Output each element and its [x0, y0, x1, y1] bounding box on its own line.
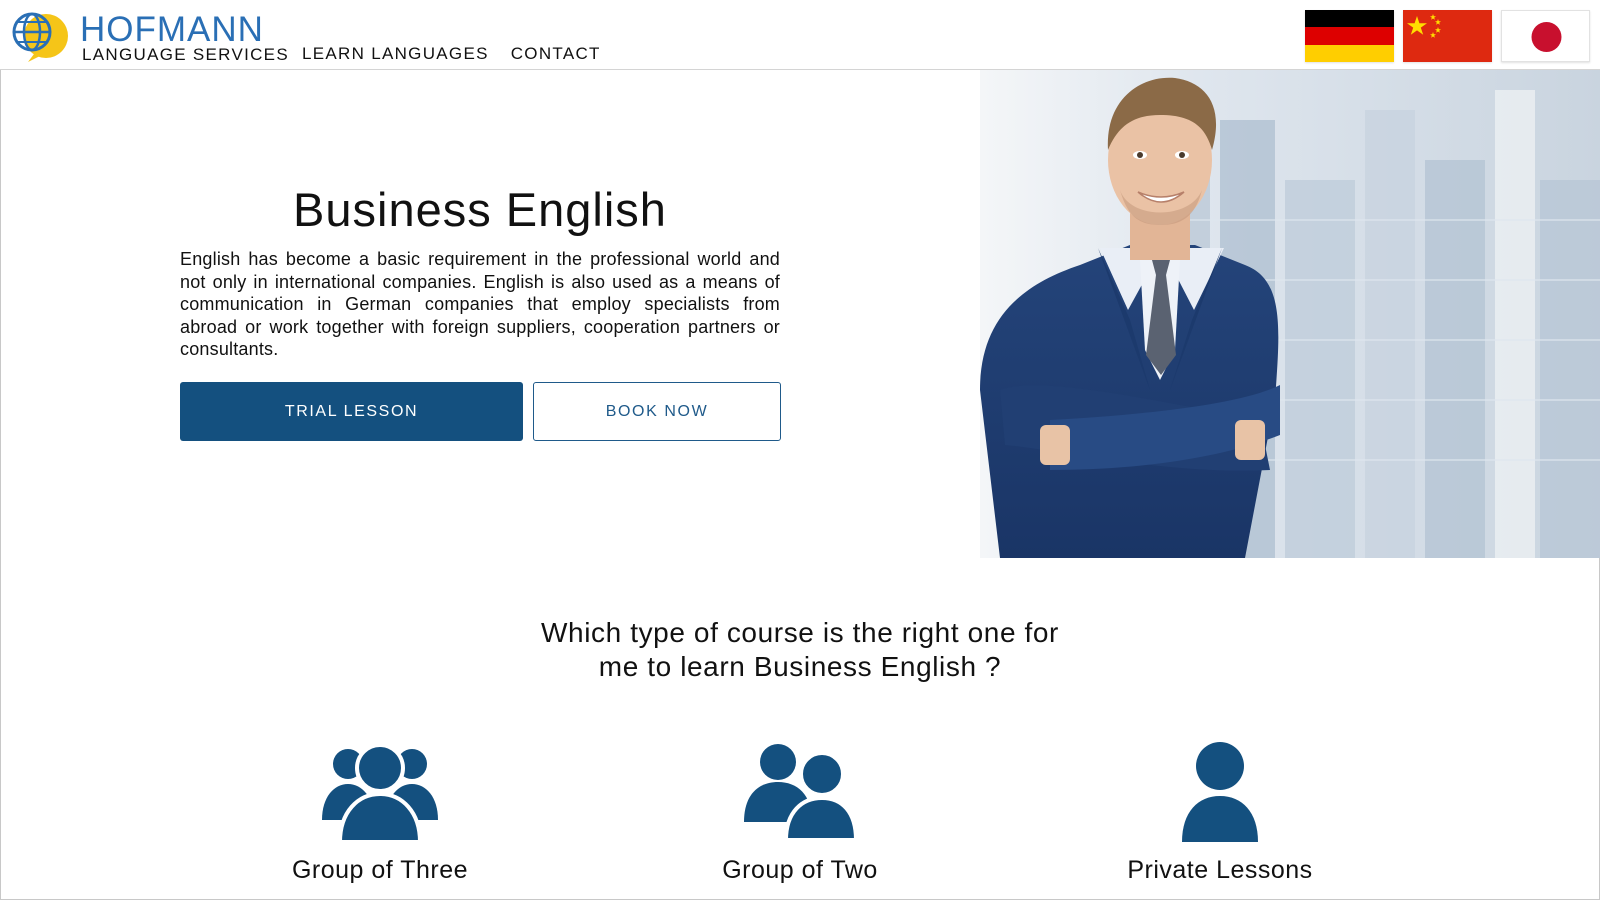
group-of-two-icon — [744, 744, 856, 840]
brand-logo[interactable]: HOFMANN LANGUAGE SERVICES — [10, 8, 300, 64]
site-header: HOFMANN LANGUAGE SERVICES LEARN LANGUAGE… — [0, 0, 1600, 70]
course-label: Private Lessons — [1127, 856, 1313, 884]
nav-learn-languages[interactable]: LEARN LANGUAGES — [302, 44, 489, 64]
course-label: Group of Three — [291, 856, 469, 884]
globe-speech-bubble-icon — [12, 12, 68, 62]
china-flag-icon[interactable] — [1403, 10, 1492, 62]
course-heading-line-2: me to learn Business English ? — [598, 651, 1002, 682]
business-man-photo — [980, 70, 1600, 558]
page-title: Business English — [293, 183, 667, 236]
brand-name: HOFMANN — [80, 10, 264, 49]
trial-lesson-button[interactable]: TRIAL LESSON — [180, 382, 523, 441]
course-group-of-three[interactable]: Group of Three — [230, 742, 530, 884]
germany-flag-icon[interactable] — [1305, 10, 1394, 62]
course-label: Group of Two — [722, 856, 878, 884]
course-group-of-two[interactable]: Group of Two — [650, 742, 950, 884]
nav-contact[interactable]: CONTACT — [511, 44, 601, 64]
language-switcher — [1305, 10, 1590, 62]
group-of-three-icon — [322, 743, 438, 842]
book-now-button[interactable]: BOOK NOW — [533, 382, 781, 441]
single-person-icon — [1182, 742, 1258, 842]
brand-subtitle: LANGUAGE SERVICES — [82, 45, 289, 64]
hero-description: English has become a basic requirement i… — [180, 249, 780, 359]
course-section-heading: Which type of course is the right one fo… — [450, 616, 1150, 684]
main-nav: LEARN LANGUAGES CONTACT — [302, 44, 601, 64]
course-heading-line-1: Which type of course is the right one fo… — [541, 617, 1059, 648]
course-private-lessons[interactable]: Private Lessons — [1070, 742, 1370, 884]
japan-flag-icon[interactable] — [1501, 10, 1590, 62]
